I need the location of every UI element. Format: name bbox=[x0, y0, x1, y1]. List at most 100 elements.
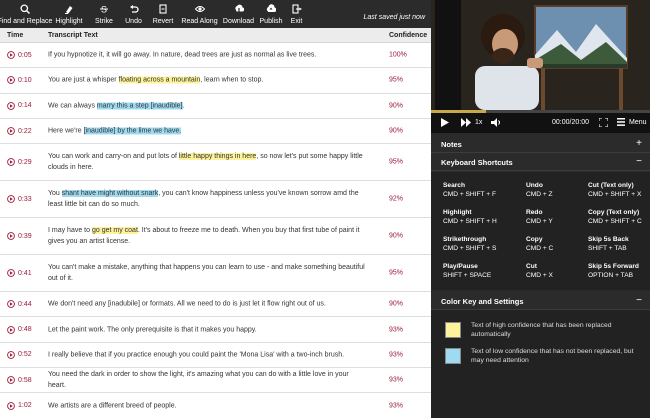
shortcut-item: Undo CMD + Z bbox=[526, 181, 553, 199]
video-player[interactable] bbox=[431, 0, 650, 113]
timestamp[interactable]: 0:52 bbox=[7, 351, 32, 359]
color-key-list: Text of high confidence that has been re… bbox=[431, 310, 650, 418]
play-icon[interactable] bbox=[441, 118, 449, 129]
timestamp[interactable]: 0:58 bbox=[7, 376, 32, 385]
transcript-text[interactable]: We don't need any [inadubile] or formats… bbox=[48, 299, 366, 310]
timestamp[interactable]: 0:22 bbox=[7, 127, 32, 135]
menu-icon[interactable] bbox=[617, 118, 625, 128]
transcript-text[interactable]: You can't make a mistake, anything that … bbox=[48, 262, 366, 284]
notes-section-header[interactable]: Notes + bbox=[431, 135, 650, 153]
transcript-row[interactable]: 0:05 If you hypnotize it, it will go away… bbox=[0, 43, 431, 69]
play-circle-icon[interactable] bbox=[7, 127, 15, 135]
video-frame-image bbox=[431, 0, 650, 110]
play-circle-icon[interactable] bbox=[7, 51, 15, 59]
timestamp[interactable]: 0:48 bbox=[7, 325, 32, 334]
transcript-row[interactable]: 0:22 Here we're [inaudible] by the lime w… bbox=[0, 118, 431, 145]
timestamp[interactable]: 0:10 bbox=[7, 76, 32, 85]
exit-button[interactable]: Exit bbox=[285, 0, 308, 28]
highlight-button[interactable]: Highlight bbox=[50, 0, 88, 28]
transcript-row[interactable]: 0:48 Let the paint work. The only prerequ… bbox=[0, 317, 431, 343]
timestamp-label: 0:39 bbox=[18, 232, 32, 240]
confidence-value: 90% bbox=[389, 300, 404, 308]
shortcut-item: Skip 5s Forward OPTION + TAB bbox=[588, 262, 639, 280]
play-circle-icon[interactable] bbox=[7, 232, 15, 241]
play-circle-icon[interactable] bbox=[7, 401, 15, 410]
play-circle-icon[interactable] bbox=[7, 300, 15, 309]
transcript-row[interactable]: 1:02 We artists are a different breed of … bbox=[0, 393, 431, 418]
timestamp[interactable]: 0:05 bbox=[7, 51, 32, 59]
transcript-row[interactable]: 0:44 We don't need any [inadubile] or for… bbox=[0, 292, 431, 318]
confidence-value: 95% bbox=[389, 158, 404, 166]
timestamp-label: 0:33 bbox=[18, 195, 32, 203]
transcript-row[interactable]: 0:10 You are just a whisper floating acro… bbox=[0, 68, 431, 94]
transcript-row[interactable]: 0:41 You can't make a mistake, anything t… bbox=[0, 255, 431, 293]
timestamp-label: 0:14 bbox=[18, 102, 32, 110]
timestamp[interactable]: 0:14 bbox=[7, 101, 32, 110]
play-circle-icon[interactable] bbox=[7, 158, 15, 167]
skip-forward-icon[interactable] bbox=[461, 118, 471, 129]
timestamp[interactable]: 0:39 bbox=[7, 232, 32, 241]
transcript-text[interactable]: You shant have might without snark, you … bbox=[48, 188, 366, 210]
transcript-row[interactable]: 0:52 I really believe that if you practic… bbox=[0, 342, 431, 369]
transcript-row[interactable]: 0:14 We can always marry this a step [ina… bbox=[0, 93, 431, 119]
toolbar-button-label: Find and Replace bbox=[0, 18, 53, 25]
strike-button[interactable]: S Strike bbox=[88, 0, 120, 28]
undo-button[interactable]: Undo bbox=[120, 0, 147, 28]
shortcut-item: Skip 5s Back SHIFT + TAB bbox=[588, 235, 629, 253]
shortcuts-section-header[interactable]: Keyboard Shortcuts − bbox=[431, 153, 650, 171]
play-circle-icon[interactable] bbox=[7, 269, 15, 278]
volume-icon[interactable] bbox=[491, 118, 501, 129]
transcript-text[interactable]: I really believe that if you practice en… bbox=[48, 349, 366, 360]
transcript-text[interactable]: I may have to go get my coat. It's about… bbox=[48, 225, 366, 247]
shortcut-keys: CMD + C bbox=[526, 245, 554, 252]
transcript-text[interactable]: You can work and carry-on and put lots o… bbox=[48, 151, 366, 173]
transcript-text[interactable]: Let the paint work. The only prerequisit… bbox=[48, 324, 366, 335]
revert-button[interactable]: Revert bbox=[147, 0, 179, 28]
shortcut-name: Search bbox=[443, 182, 465, 189]
shortcut-item: Cut (Text only) CMD + SHIFT + X bbox=[588, 181, 641, 199]
color-key-section-header[interactable]: Color Key and Settings − bbox=[431, 292, 650, 310]
play-circle-icon[interactable] bbox=[7, 76, 15, 85]
text-segment: We don't need any [inadubile] or formats… bbox=[48, 300, 326, 308]
shortcuts-title: Keyboard Shortcuts bbox=[441, 158, 513, 167]
find-and-replace-button[interactable]: Find and Replace bbox=[0, 0, 53, 28]
transcript-text[interactable]: We can always marry this a step [inaudib… bbox=[48, 100, 366, 111]
timestamp[interactable]: 0:33 bbox=[7, 195, 32, 204]
play-circle-icon[interactable] bbox=[7, 325, 15, 334]
transcript-text[interactable]: If you hypnotize it, it will go away. In… bbox=[48, 50, 366, 61]
menu-button[interactable]: Menu bbox=[629, 119, 647, 126]
confidence-value: 95% bbox=[389, 76, 404, 84]
timestamp[interactable]: 0:29 bbox=[7, 158, 32, 167]
timestamp-label: 0:52 bbox=[18, 351, 32, 359]
text-segment: You need the dark in order to show the l… bbox=[48, 371, 349, 390]
download-button[interactable]: Download bbox=[220, 0, 257, 28]
transcript-text[interactable]: Here we're [inaudible] by the lime we ha… bbox=[48, 126, 366, 137]
transcript-text[interactable]: You need the dark in order to show the l… bbox=[48, 369, 366, 391]
transcript-text[interactable]: We artists are a different breed of peop… bbox=[48, 400, 366, 411]
play-circle-icon[interactable] bbox=[7, 101, 15, 110]
transcript-row[interactable]: 0:58 You need the dark in order to show t… bbox=[0, 368, 431, 394]
high-confidence-highlight: little happy things in here bbox=[178, 153, 257, 161]
text-segment: If you hypnotize it, it will go away. In… bbox=[48, 51, 317, 59]
publish-button[interactable]: Publish bbox=[257, 0, 285, 28]
shortcut-name: Copy bbox=[526, 236, 543, 243]
transcript-text[interactable]: You are just a whisper floating across a… bbox=[48, 75, 366, 86]
collapse-icon[interactable]: − bbox=[636, 156, 642, 167]
play-circle-icon[interactable] bbox=[7, 376, 15, 385]
transcript-row[interactable]: 0:39 I may have to go get my coat. It's a… bbox=[0, 218, 431, 256]
playback-speed[interactable]: 1x bbox=[475, 119, 482, 126]
timestamp[interactable]: 0:41 bbox=[7, 269, 32, 278]
transcript-row[interactable]: 0:33 You shant have might without snark, … bbox=[0, 181, 431, 219]
shortcuts-list: Search CMD + SHIFT + F Undo CMD + Z Cut (Tex… bbox=[431, 172, 650, 290]
fullscreen-icon[interactable] bbox=[598, 117, 609, 129]
collapse-icon[interactable]: − bbox=[636, 295, 642, 306]
timestamp[interactable]: 0:44 bbox=[7, 300, 32, 309]
timestamp[interactable]: 1:02 bbox=[7, 401, 32, 410]
shortcut-name: Skip 5s Back bbox=[588, 236, 629, 243]
time-column-header: Time bbox=[7, 32, 24, 39]
transcript-row[interactable]: 0:29 You can work and carry-on and put lo… bbox=[0, 144, 431, 182]
play-circle-icon[interactable] bbox=[7, 195, 15, 204]
read-along-button[interactable]: Read Along bbox=[179, 0, 220, 28]
expand-icon[interactable]: + bbox=[636, 138, 642, 149]
play-circle-icon[interactable] bbox=[7, 351, 15, 359]
